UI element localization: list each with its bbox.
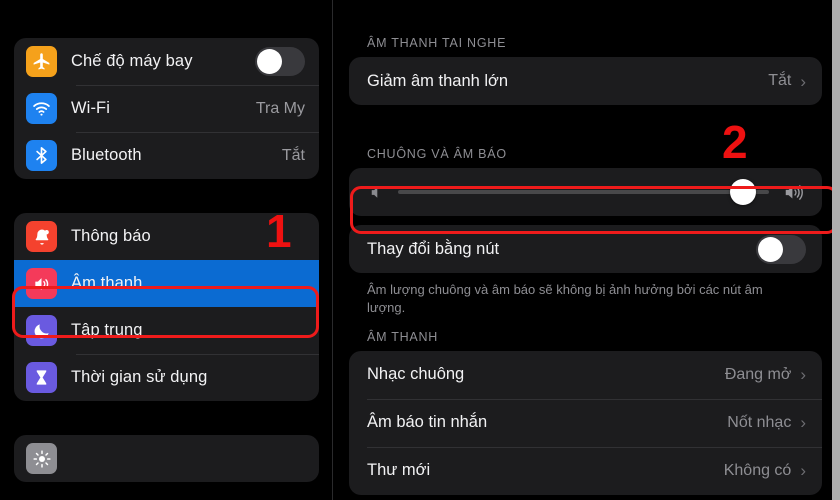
moon-icon	[26, 315, 57, 346]
annotation-number-2: 2	[722, 116, 748, 168]
airplane-mode-toggle[interactable]	[255, 47, 305, 76]
row-label: Thư mới	[367, 461, 431, 480]
toggle-knob	[758, 236, 783, 262]
sidebar-item-screen-time[interactable]: Thời gian sử dụng	[14, 354, 319, 401]
slider-track	[398, 190, 769, 194]
row-reduce-loud-sounds[interactable]: Giảm âm thanh lớn Tắt ›	[349, 57, 822, 105]
speaker-low-icon	[371, 186, 378, 198]
sidebar-item-display-brightness[interactable]	[14, 435, 319, 482]
change-with-buttons-toggle[interactable]	[756, 234, 806, 264]
sidebar-item-label: Bluetooth	[71, 146, 142, 164]
chevron-right-icon: ›	[800, 365, 806, 385]
sidebar-item-focus[interactable]: Tập trung	[14, 307, 319, 354]
row-label: Nhạc chuông	[367, 365, 465, 384]
section-header-headphone-audio: ÂM THANH TAI NGHE	[367, 36, 507, 50]
sidebar-item-bluetooth[interactable]: Bluetooth Tắt	[14, 132, 319, 179]
sidebar-group-connectivity: Chế độ máy bay Wi-Fi Tra My Bluetooth Tắ…	[14, 38, 319, 179]
sidebar-item-sounds[interactable]: Âm thanh	[14, 260, 319, 307]
bell-icon	[26, 221, 57, 252]
row-new-mail[interactable]: Thư mới Không có ›	[349, 446, 822, 495]
toggle-knob	[257, 49, 282, 74]
row-label: Thay đổi bằng nút	[367, 239, 500, 258]
bluetooth-status-value: Tắt	[281, 146, 305, 164]
chevron-right-icon: ›	[800, 71, 806, 91]
chevron-right-icon: ›	[800, 413, 806, 433]
row-value: Đang mở	[724, 365, 792, 383]
row-value: Không có	[723, 461, 792, 479]
settings-screen: Chế độ máy bay Wi-Fi Tra My Bluetooth Tắ…	[0, 0, 840, 500]
ringer-volume-slider[interactable]	[398, 179, 769, 205]
section-header-sounds: ÂM THANH	[367, 329, 439, 344]
sidebar-item-label: Wi-Fi	[71, 99, 110, 117]
row-value: Nốt nhạc	[727, 413, 792, 431]
speaker-icon	[26, 268, 57, 299]
row-label: Âm báo tin nhắn	[367, 413, 488, 432]
section-header-ringer-alerts: CHUÔNG VÀ ÂM BÁO	[367, 147, 507, 161]
sidebar-item-airplane-mode[interactable]: Chế độ máy bay	[14, 38, 319, 85]
row-value: Tắt	[768, 72, 792, 89]
row-change-with-buttons[interactable]: Thay đổi bằng nút	[349, 225, 822, 273]
row-label: Giảm âm thanh lớn	[367, 71, 509, 90]
chevron-right-icon: ›	[800, 461, 806, 481]
brightness-icon	[26, 443, 57, 474]
airplane-icon	[26, 46, 57, 77]
sidebar-item-wifi[interactable]: Wi-Fi Tra My	[14, 85, 319, 132]
sidebar-group-display	[14, 435, 319, 482]
ringer-footnote: Âm lượng chuông và âm báo sẽ không bị ản…	[367, 282, 763, 315]
sidebar-item-label: Thời gian sử dụng	[71, 368, 208, 386]
bluetooth-icon	[26, 140, 57, 171]
wifi-icon	[26, 93, 57, 124]
sounds-settings-detail: ÂM THANH TAI NGHE Giảm âm thanh lớn Tắt …	[333, 0, 840, 500]
sidebar-item-label: Tập trung	[71, 321, 143, 339]
ringer-volume-row[interactable]	[349, 168, 822, 216]
wifi-network-value: Tra My	[255, 99, 305, 117]
slider-thumb[interactable]	[730, 179, 757, 205]
sidebar-item-label: Chế độ máy bay	[71, 52, 193, 70]
row-ringtone[interactable]: Nhạc chuông Đang mở ›	[349, 351, 822, 399]
screen-bezel-right	[832, 0, 840, 500]
row-text-tone[interactable]: Âm báo tin nhắn Nốt nhạc ›	[349, 398, 822, 447]
speaker-high-icon	[785, 184, 803, 200]
sidebar-item-label: Âm thanh	[71, 274, 143, 292]
hourglass-icon	[26, 362, 57, 393]
sounds-card: Nhạc chuông Đang mở › Âm báo tin nhắn Nố…	[349, 350, 822, 495]
headphone-audio-card: Giảm âm thanh lớn Tắt ›	[349, 57, 822, 105]
annotation-number-1: 1	[266, 205, 292, 257]
change-with-buttons-card: Thay đổi bằng nút	[349, 225, 822, 273]
